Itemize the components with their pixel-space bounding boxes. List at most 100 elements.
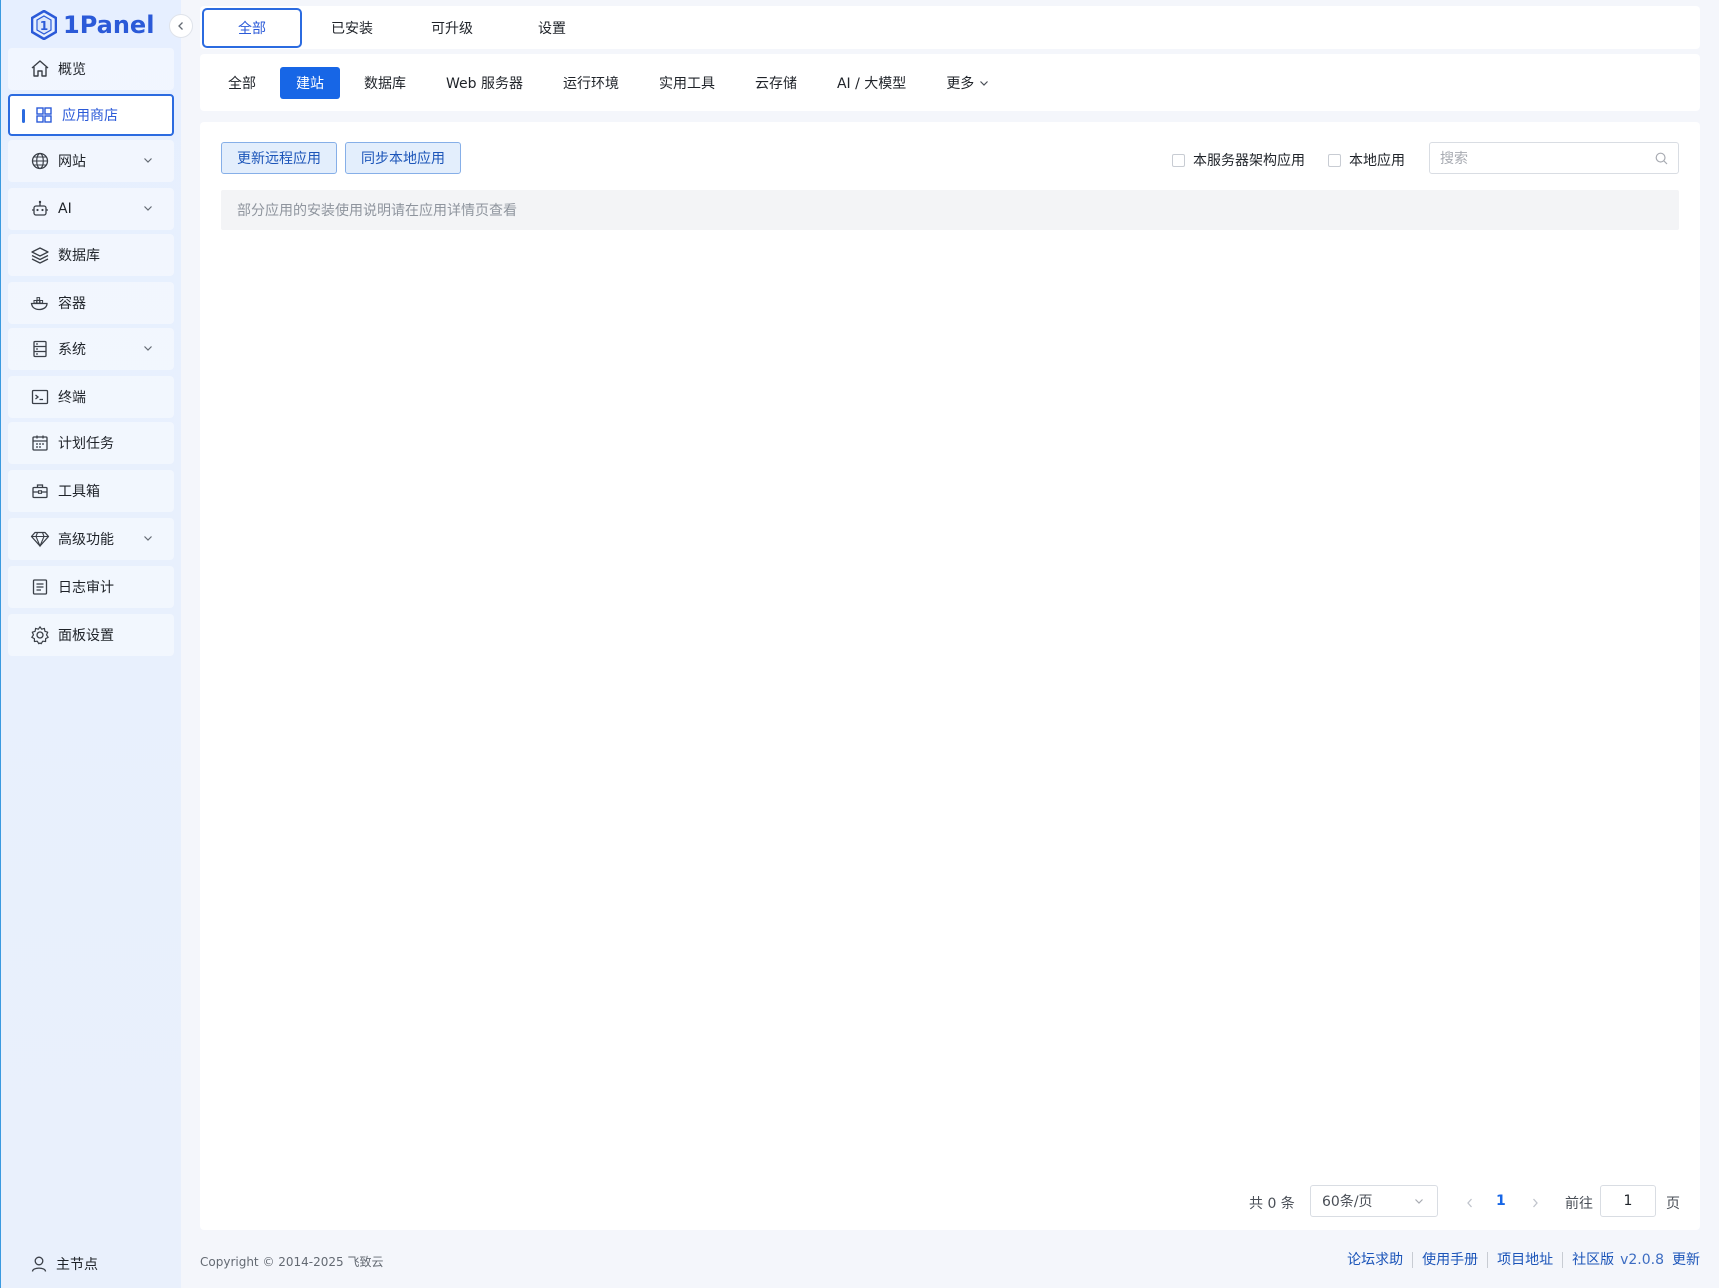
tab-settings[interactable]: 设置 [502,8,602,48]
sidebar-item-9[interactable]: 工具箱 [8,470,174,512]
update-remote-apps-button[interactable]: 更新远程应用 [221,142,337,174]
svg-text:1: 1 [40,19,48,33]
checkbox-box [1328,153,1341,167]
category-more-dropdown[interactable]: 更多 [930,67,1006,99]
category-all[interactable]: 全部 [212,67,272,99]
category-website[interactable]: 建站 [280,66,340,99]
sidebar-item-label: 数据库 [58,248,100,264]
chevron-down-icon [142,532,154,548]
category-database[interactable]: 数据库 [348,67,422,99]
sidebar-item-4[interactable]: 数据库 [8,234,174,276]
toolbox-icon [30,481,50,501]
sidebar-item-2[interactable]: 网站 [8,140,174,182]
install-notice: 部分应用的安装使用说明请在应用详情页查看 [221,190,1679,230]
robot-icon [30,199,50,219]
total-count: 共 0 条 [1249,1196,1295,1212]
sidebar-node-switch[interactable]: 主节点 [30,1254,98,1274]
search-placeholder: 搜索 [1440,151,1468,167]
category-ai[interactable]: AI / 大模型 [821,67,922,99]
sidebar-item-1[interactable]: 应用商店 [8,94,174,136]
globe-icon [30,151,50,171]
category-tools[interactable]: 实用工具 [643,67,731,99]
sidebar-item-12[interactable]: 面板设置 [8,614,174,656]
chevron-down-icon [142,154,154,170]
copyright: Copyright © 2014-2025 飞致云 [200,1254,384,1269]
layers-icon [30,245,50,265]
terminal-icon [30,387,50,407]
home-icon [30,59,50,79]
logo[interactable]: 1 1Panel [31,8,154,42]
sidebar-item-label: 概览 [58,62,86,78]
sidebar-item-label: 终端 [58,390,86,406]
sidebar-item-label: 日志审计 [58,580,114,596]
sidebar-item-11[interactable]: 日志审计 [8,566,174,608]
sidebar-item-10[interactable]: 高级功能 [8,518,174,560]
page-suffix: 页 [1666,1196,1680,1212]
page-size-value: 60条/页 [1322,1194,1373,1210]
sidebar-item-5[interactable]: 容器 [8,282,174,324]
chevron-down-icon [1415,1199,1423,1204]
diamond-icon [30,529,50,549]
sidebar-item-label: 高级功能 [58,532,114,548]
tab-all[interactable]: 全部 [202,7,302,48]
tab-upgradable[interactable]: 可升级 [402,8,502,48]
project-link[interactable]: 项目地址 [1488,1252,1564,1268]
sidebar-item-label: 系统 [58,342,86,358]
sidebar-item-0[interactable]: 概览 [8,48,174,90]
docker-icon [30,293,50,313]
log-icon [30,577,50,597]
search-icon [1655,152,1668,165]
next-page-icon[interactable] [1530,1197,1540,1209]
sidebar-item-label: 容器 [58,296,86,312]
goto-page-input[interactable]: 1 [1600,1185,1656,1217]
sidebar-item-label: AI [58,201,72,217]
search-input[interactable]: 搜索 [1429,142,1679,174]
node-label: 主节点 [56,1257,98,1273]
page-size-select[interactable]: 60条/页 [1310,1185,1438,1217]
update-link[interactable]: 更新 [1672,1252,1700,1268]
category-bar: 全部 建站 数据库 Web 服务器 运行环境 实用工具 云存储 AI / 大模型… [200,54,1700,111]
category-runtime[interactable]: 运行环境 [547,67,635,99]
sync-local-apps-button[interactable]: 同步本地应用 [345,142,461,174]
sidebar-item-label: 计划任务 [58,436,114,452]
prev-page-icon[interactable] [1465,1197,1475,1209]
chevron-left-icon [178,22,183,30]
sidebar-item-8[interactable]: 计划任务 [8,422,174,464]
checkbox-box [1172,153,1185,167]
current-page[interactable]: 1 [1496,1193,1506,1209]
goto-label: 前往 [1565,1196,1593,1212]
sidebar-item-label: 工具箱 [58,484,100,500]
sidebar-item-7[interactable]: 终端 [8,376,174,418]
logo-text: 1Panel [63,11,155,39]
chevron-down-icon [142,342,154,358]
sidebar-item-label: 网站 [58,154,86,170]
arch-apps-checkbox[interactable]: 本服务器架构应用 [1172,150,1305,170]
category-cloud-storage[interactable]: 云存储 [739,67,813,99]
user-icon [31,1256,47,1272]
chevron-down-icon [980,80,989,86]
sidebar-collapse-button[interactable] [169,14,193,38]
sidebar-item-label: 应用商店 [62,108,118,124]
grid-icon [34,105,54,125]
sidebar-item-label: 面板设置 [58,628,114,644]
sidebar-item-6[interactable]: 系统 [8,328,174,370]
edition-link[interactable]: 社区版 [1563,1252,1620,1268]
tab-installed[interactable]: 已安装 [302,8,402,48]
chevron-down-icon [142,202,154,218]
sidebar-item-3[interactable]: AI [8,188,174,230]
forum-link[interactable]: 论坛求助 [1338,1252,1414,1268]
app-list-card: 更新远程应用 同步本地应用 本服务器架构应用 本地应用 搜索 部分应用的安装使用… [200,122,1700,1230]
local-apps-checkbox[interactable]: 本地应用 [1328,150,1405,170]
category-more-label: 更多 [946,75,975,92]
local-apps-label: 本地应用 [1349,153,1405,169]
manual-link[interactable]: 使用手册 [1413,1252,1489,1268]
gear-icon [30,625,50,645]
server-icon [30,339,50,359]
arch-apps-label: 本服务器架构应用 [1193,153,1305,169]
calendar-icon [30,433,50,453]
footer-links: 论坛求助 使用手册 项目地址 社区版 v2.0.8 更新 [1338,1252,1700,1268]
logo-icon: 1 [31,10,57,40]
top-tab-bar: 全部 已安装 可升级 设置 [200,6,1700,49]
category-web-server[interactable]: Web 服务器 [430,67,539,99]
version-label: v2.0.8 [1620,1252,1664,1268]
